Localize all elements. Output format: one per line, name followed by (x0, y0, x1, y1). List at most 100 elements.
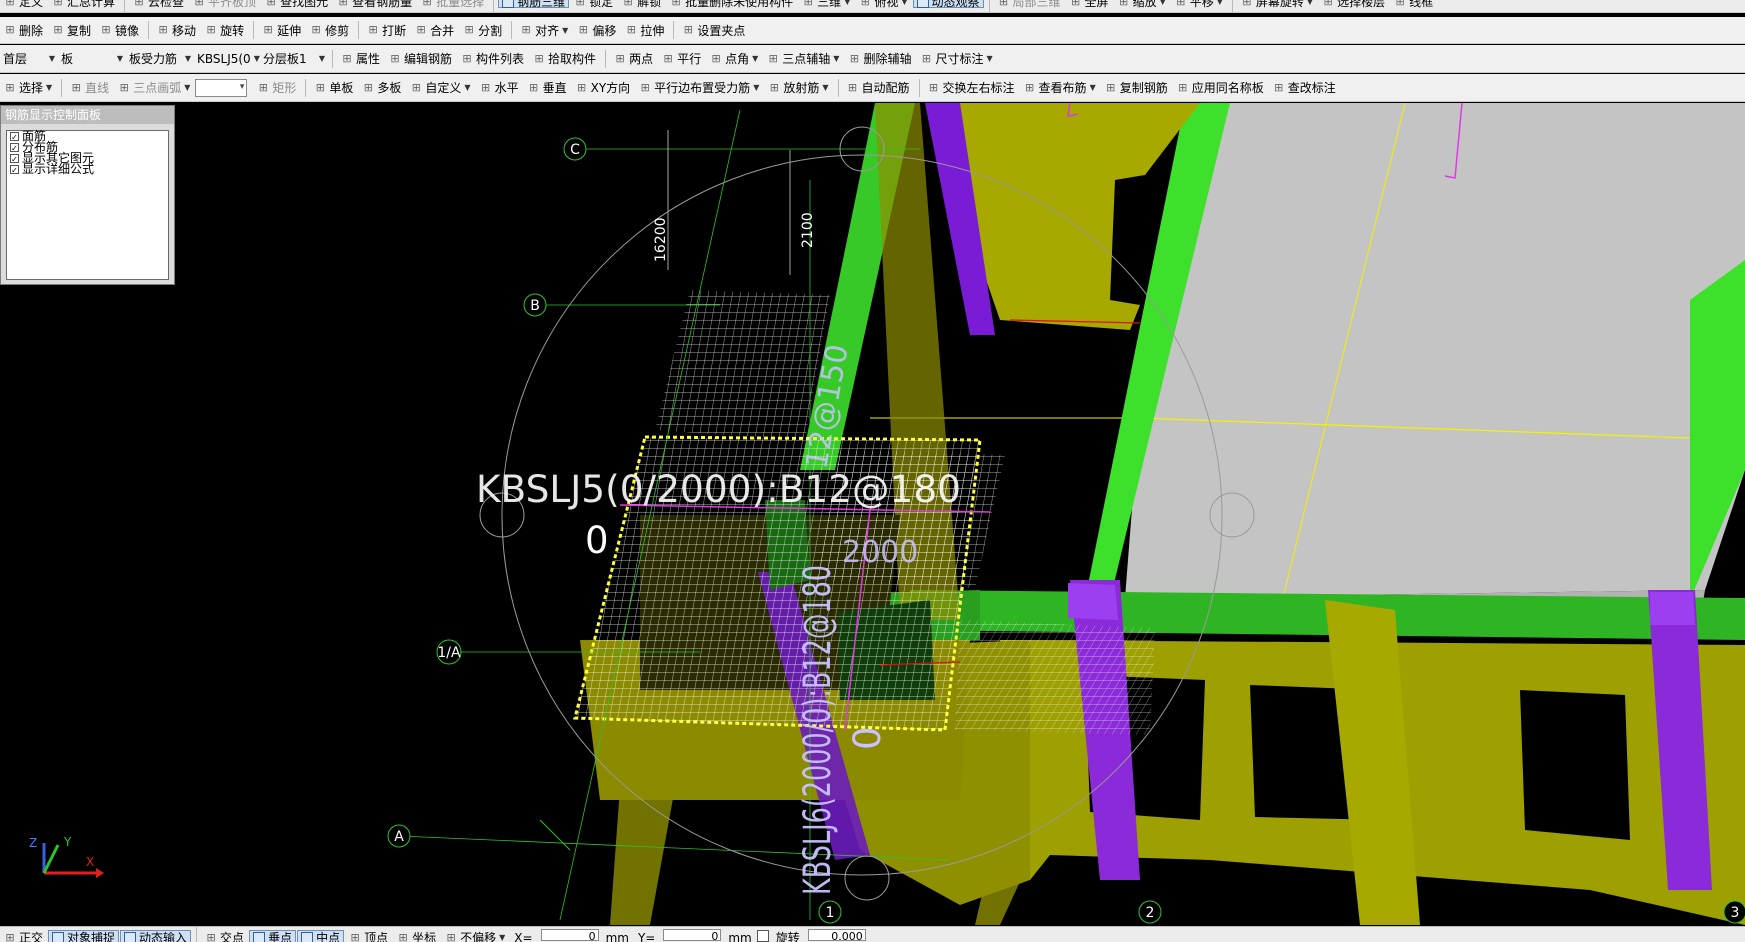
component-button-label: 三点辅轴 (782, 50, 830, 67)
draw-button[interactable]: ⊞选择▼ (0, 77, 56, 99)
component-button[interactable]: ⊞删除辅轴 (844, 48, 915, 70)
component-combo[interactable]: 板受力筋▼ (126, 50, 194, 68)
component-button[interactable]: ⊞两点 (610, 48, 657, 70)
rotate-checkbox[interactable] (757, 930, 769, 942)
component-combo[interactable]: 板▼ (58, 50, 126, 68)
draw-button[interactable]: ⊞查改标注 (1269, 77, 1340, 99)
toolbar1-button[interactable]: ⊞平齐板顶 (189, 0, 260, 8)
draw-button[interactable]: ⊞直线 (66, 77, 113, 99)
component-button[interactable]: ⊞平行 (658, 48, 705, 70)
edit-button[interactable]: ⊞对齐▼ (516, 19, 572, 41)
checkbox[interactable]: ✓ (10, 132, 19, 141)
component-button[interactable]: ⊞构件列表 (457, 48, 528, 70)
status-toggle[interactable]: ⊞顶点 (345, 930, 392, 942)
draw-button-label: XY方向 (591, 79, 631, 96)
toolbar1-button[interactable]: ⊞缩放▼ (1114, 0, 1170, 8)
grip-icon: ⊞ (682, 24, 694, 36)
component-button[interactable]: ⊞三点辅轴▼ (763, 48, 843, 70)
draw-button[interactable]: ⊞垂直 (524, 77, 571, 99)
status-toggle[interactable]: 动态输入 (120, 930, 191, 942)
draw-button[interactable]: ⊞单板 (310, 77, 357, 99)
toolbar1-button[interactable]: ⊞汇总计算 (48, 0, 119, 8)
toolbar1-button[interactable]: ⊞批量选择 (417, 0, 488, 8)
3d-viewport[interactable]: C B 1/A A 1 2 3 16200 2100 KBSLJ5(0/2000… (0, 103, 1745, 925)
status-toggle-label: 动态输入 (139, 929, 187, 942)
edit-button[interactable]: ⊞拉伸 (621, 19, 668, 41)
x-input[interactable]: 0 (541, 929, 599, 941)
component-button[interactable]: ⊞点角▼ (706, 48, 762, 70)
component-button[interactable]: ⊞编辑钢筋 (385, 48, 456, 70)
draw-button[interactable]: ⊞放射筋▼ (764, 77, 832, 99)
checkbox[interactable]: ✓ (10, 154, 19, 163)
status-toggle[interactable]: 对象捕捉 (48, 930, 119, 942)
y-input[interactable]: 0 (663, 929, 721, 941)
toolbar1-button[interactable]: ⊞俯视▼ (855, 0, 911, 8)
draw-button[interactable]: ⊞复制钢筋 (1101, 77, 1172, 99)
rotate-input[interactable]: 0.000 (808, 929, 866, 941)
edit-button[interactable]: ⊞打断 (363, 19, 410, 41)
draw-button[interactable]: ⊞交换左右标注 (924, 77, 1019, 99)
arc-param-input[interactable] (195, 79, 247, 97)
checkbox[interactable]: ✓ (10, 143, 19, 152)
edit-button[interactable]: ⊞分割 (459, 19, 506, 41)
toolbar1-button[interactable]: ⊞选择楼层 (1318, 0, 1389, 8)
3d-scene[interactable]: C B 1/A A 1 2 3 16200 2100 KBSLJ5(0/2000… (0, 103, 1745, 925)
component-button[interactable]: ⊞尺寸标注▼ (916, 48, 996, 70)
edit-button[interactable]: ⊞延伸 (258, 19, 305, 41)
draw-button[interactable]: ⊞三点画弧▼ (114, 77, 194, 99)
window-opening (1520, 690, 1630, 840)
edit-button[interactable]: ⊞删除 (0, 19, 47, 41)
edit-button[interactable]: ⊞合并 (411, 19, 458, 41)
toolbar1-button[interactable]: ⊞解锁 (618, 0, 665, 8)
status-toggle[interactable]: ⊞坐标 (393, 930, 440, 942)
toolbar1-button[interactable]: ⊞查找图元 (261, 0, 332, 8)
edit-button[interactable]: ⊞镜像 (96, 19, 143, 41)
toolbar1-button[interactable]: ⊞平移▼ (1171, 0, 1227, 8)
toolbar-separator (493, 0, 494, 13)
fullscreen-icon: ⊞ (1070, 0, 1082, 8)
toolbar1-button[interactable]: ⊞锁定 (570, 0, 617, 8)
status-toggle[interactable]: 中点 (297, 930, 344, 942)
status-toggle[interactable]: 垂点 (249, 930, 296, 942)
toolbar1-button[interactable]: ⊞云检查 (129, 0, 188, 8)
toolbar1-button[interactable]: ⊞三维▼ (798, 0, 854, 8)
component-button[interactable]: ⊞拾取构件 (529, 48, 600, 70)
toolbar1-button[interactable]: ⊞定义 (0, 0, 47, 8)
draw-button[interactable]: ⊞多板 (358, 77, 405, 99)
component-combo[interactable]: 分层板1▼ (260, 50, 328, 68)
edit-button[interactable]: ⊞偏移 (573, 19, 620, 41)
draw-button[interactable]: ⊞XY方向 (572, 77, 635, 99)
single-slab-icon: ⊞ (314, 82, 326, 94)
panel-checkbox-row[interactable]: ✓显示详细公式 (7, 164, 168, 175)
draw-button[interactable]: ⊞查看布筋▼ (1020, 77, 1100, 99)
edit-button[interactable]: ⊞旋转 (201, 19, 248, 41)
draw-button[interactable]: ⊞平行边布置受力筋▼ (635, 77, 763, 99)
draw-button[interactable]: ⊞自定义▼ (406, 77, 474, 99)
draw-button[interactable]: ⊞应用同名称板 (1173, 77, 1268, 99)
component-combo[interactable]: 首层▼ (0, 50, 58, 68)
status-toggle[interactable]: ⊞交点 (201, 930, 248, 942)
draw-button[interactable]: ⊞水平 (476, 77, 523, 99)
checkbox[interactable]: ✓ (10, 165, 19, 174)
edit-button[interactable]: ⊞复制 (48, 19, 95, 41)
component-combo[interactable]: KBSLJ5(0▼ (194, 50, 260, 68)
edit-button[interactable]: ⊞移动 (153, 19, 200, 41)
toolbar1-button[interactable]: ⊞屏幕旋转▼ (1237, 0, 1317, 8)
toolbar1-button[interactable]: 动态观察 (913, 0, 984, 8)
toolbar1-button[interactable]: ⊞批量删除未使用构件 (666, 0, 797, 8)
toolbar1-button[interactable]: ⊞局部三维 (994, 0, 1065, 8)
draw-button-label: 查改标注 (1288, 79, 1336, 96)
toolbar1-button[interactable]: ⊞全屏 (1066, 0, 1113, 8)
toolbar1-button[interactable]: ⊞查看钢筋量 (333, 0, 416, 8)
status-toggle[interactable]: ⊞不偏移▼ (441, 930, 509, 942)
draw-button[interactable]: ⊞自动配筋 (843, 77, 914, 99)
component-button-label: 属性 (356, 50, 380, 67)
status-toggle[interactable]: ⊞正交 (0, 930, 47, 942)
edit-button[interactable]: ⊞设置夹点 (678, 19, 749, 41)
toolbar1-button[interactable]: 钢筋三维 (498, 0, 569, 8)
component-button-label: 删除辅轴 (863, 50, 911, 67)
edit-button[interactable]: ⊞修剪 (306, 19, 353, 41)
draw-button[interactable]: ⊞矩形 (253, 77, 300, 99)
component-button[interactable]: ⊞属性 (337, 48, 384, 70)
toolbar1-button[interactable]: ⊞线框 (1390, 0, 1437, 8)
